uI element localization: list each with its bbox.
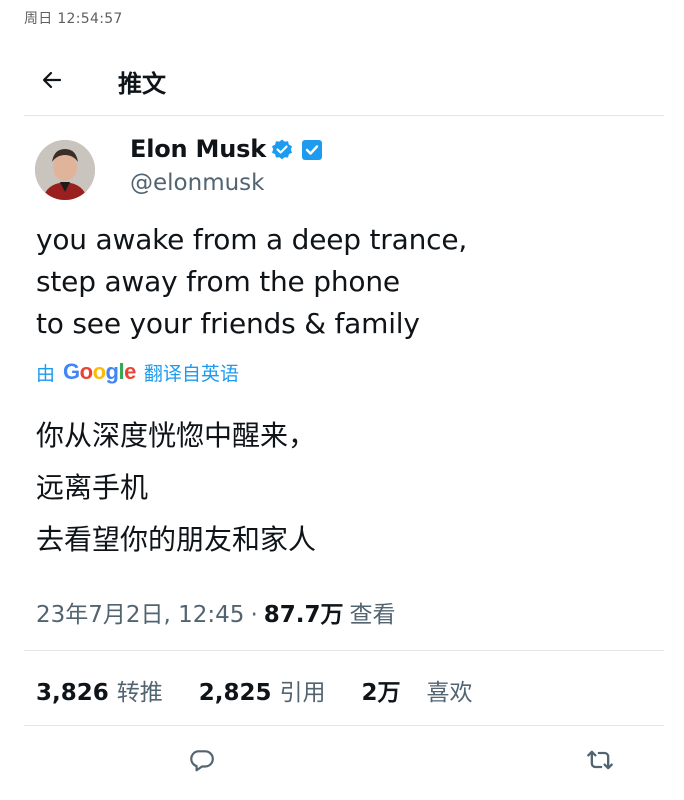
avatar-image <box>35 140 95 200</box>
back-button[interactable] <box>36 64 68 96</box>
retweet-icon <box>587 750 613 770</box>
likes-stat[interactable]: 2万 喜欢 <box>362 673 473 707</box>
author-handle[interactable]: @elonmusk <box>130 170 264 196</box>
tweet-line: you awake from a deep trance, <box>36 223 468 256</box>
verified-badge-icon <box>272 139 292 160</box>
likes-count: 2万 <box>361 680 401 706</box>
retweet-button[interactable] <box>582 742 618 778</box>
google-letter: o <box>79 359 93 384</box>
quotes-count: 2,825 <box>198 680 272 706</box>
translate-prefix: 由 <box>36 362 56 385</box>
arrow-left-icon <box>42 71 62 89</box>
avatar[interactable] <box>35 140 95 200</box>
views-count: 87.7万 <box>263 602 344 628</box>
retweets-stat[interactable]: 3,826 转推 <box>36 673 163 707</box>
retweets-count: 3,826 <box>36 680 109 706</box>
quotes-stat[interactable]: 2,825 引用 <box>199 673 326 707</box>
google-letter: o <box>92 359 106 384</box>
stats-divider <box>24 725 664 726</box>
meta-divider <box>24 650 664 651</box>
status-bar-time: 周日 12:54:57 <box>24 11 123 27</box>
quotes-label: 引用 <box>279 680 326 706</box>
tweet-line: step away from the phone <box>36 265 400 298</box>
google-logo: Google <box>63 359 136 385</box>
engagement-stats: 3,826 转推 2,825 引用 2万 喜欢 <box>36 673 509 707</box>
header-divider <box>24 115 664 116</box>
translated-by-google[interactable]: 由 Google 翻译自英语 <box>36 357 239 387</box>
google-letter: e <box>124 359 136 384</box>
affiliate-badge-icon <box>302 140 322 160</box>
tweet-text: you awake from a deep trance, step away … <box>36 219 656 345</box>
views-label: 查看 <box>349 602 396 628</box>
top-nav: 推文 <box>0 52 684 108</box>
tweet-line: to see your friends & family <box>36 307 420 340</box>
reply-button[interactable] <box>184 742 220 778</box>
page-title: 推文 <box>118 70 166 98</box>
translated-line: 你从深度恍惚中醒来， <box>36 419 317 452</box>
translated-line: 去看望你的朋友和家人 <box>36 523 317 556</box>
translated-line: 远离手机 <box>36 471 149 504</box>
author-name[interactable]: Elon Musk <box>130 135 266 163</box>
google-letter: g <box>105 359 119 384</box>
tweet-detail-screen: 周日 12:54:57 推文 Elon Musk @elonmusk you a… <box>0 0 684 800</box>
google-letter: G <box>63 359 80 384</box>
translated-text: 你从深度恍惚中醒来， 远离手机 去看望你的朋友和家人 <box>36 410 656 566</box>
translate-suffix: 翻译自英语 <box>143 362 239 385</box>
reply-icon <box>190 750 214 772</box>
tweet-meta: 23年7月2日, 12:45 · 87.7万 查看 <box>36 595 396 629</box>
meta-separator: · <box>250 602 258 628</box>
tweet-datetime[interactable]: 23年7月2日, 12:45 <box>36 595 244 629</box>
author-badges <box>270 138 324 162</box>
tweet-actions <box>0 740 684 784</box>
retweets-label: 转推 <box>116 680 163 706</box>
likes-label: 喜欢 <box>426 680 473 706</box>
